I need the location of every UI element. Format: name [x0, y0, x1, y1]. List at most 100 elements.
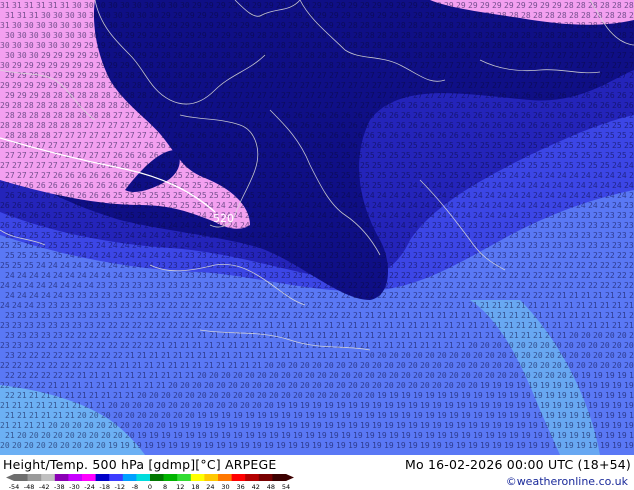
value-label: 25 [389, 151, 399, 160]
value-label: 23 [624, 241, 634, 250]
value-label: 25 [233, 171, 243, 180]
value-label: 28 [504, 41, 514, 50]
value-label: 22 [89, 331, 99, 340]
value-label: 29 [420, 1, 430, 10]
value-label: 30 [65, 31, 75, 40]
value-label: 22 [173, 331, 183, 340]
value-label: 25 [324, 161, 334, 170]
value-label: 19 [581, 371, 591, 380]
value-label: 27 [288, 101, 298, 110]
value-label: 23 [77, 291, 87, 300]
value-label: 29 [372, 1, 382, 10]
value-label: 27 [456, 61, 466, 70]
value-label: 26 [264, 141, 274, 150]
value-label: 30 [29, 31, 39, 40]
value-label: 22 [564, 281, 574, 290]
value-label: 19 [329, 411, 339, 420]
value-label: 25 [497, 131, 507, 140]
value-label: 25 [540, 161, 550, 170]
value-label: 24 [612, 181, 622, 190]
value-label: 30 [5, 31, 15, 40]
value-label: 19 [264, 441, 274, 450]
credit-link[interactable]: ©weatheronline.co.uk [506, 475, 628, 488]
value-label: 20 [413, 371, 423, 380]
value-label: 29 [300, 21, 310, 30]
value-label: 21 [629, 311, 634, 320]
value-label: 25 [468, 141, 478, 150]
value-label: 24 [216, 201, 226, 210]
value-label: 27 [168, 121, 178, 130]
value-label: 19 [348, 441, 358, 450]
value-label: 25 [528, 161, 538, 170]
value-label: 28 [612, 1, 622, 10]
value-label: 22 [0, 381, 10, 390]
value-label: 25 [533, 131, 543, 140]
value-label: 25 [576, 141, 586, 150]
value-label: 28 [329, 31, 339, 40]
value-label: 24 [492, 181, 502, 190]
value-label: 22 [492, 281, 502, 290]
value-label: 22 [480, 281, 490, 290]
value-label: 28 [36, 101, 46, 110]
value-label: 28 [552, 21, 562, 30]
value-label: 28 [492, 41, 502, 50]
value-label: 19 [300, 401, 310, 410]
value-label: 19 [444, 441, 454, 450]
value-label: 30 [156, 1, 166, 10]
value-label: 20 [552, 341, 562, 350]
value-label: 26 [408, 101, 418, 110]
value-label: 23 [149, 271, 159, 280]
value-label: 26 [113, 171, 123, 180]
value-label: 26 [281, 111, 291, 120]
value-label: 27 [269, 91, 279, 100]
value-label: 20 [197, 371, 207, 380]
value-label: 21 [156, 341, 166, 350]
value-label: 26 [360, 121, 370, 130]
value-label: 28 [348, 61, 358, 70]
value-label: 25 [293, 171, 303, 180]
value-label: 19 [197, 411, 207, 420]
value-label: 25 [564, 161, 574, 170]
value-label: 22 [41, 351, 51, 360]
value-label: 26 [509, 91, 519, 100]
value-label: 24 [204, 201, 214, 210]
value-label: 24 [137, 251, 147, 260]
colorbar-swatch [41, 474, 56, 481]
value-label: 21 [161, 351, 171, 360]
value-label: 21 [281, 351, 291, 360]
value-label: 21 [629, 291, 634, 300]
value-label: 29 [84, 41, 94, 50]
value-label: 20 [504, 341, 514, 350]
value-label: 24 [185, 211, 195, 220]
value-label: 23 [233, 251, 243, 260]
value-label: 27 [77, 131, 87, 140]
value-label: 25 [149, 191, 159, 200]
value-label: 21 [425, 331, 435, 340]
value-label: 26 [204, 141, 214, 150]
value-label: 21 [77, 371, 87, 380]
value-label: 21 [312, 321, 322, 330]
value-label: 23 [401, 251, 411, 260]
value-label: 26 [588, 121, 598, 130]
value-label: 25 [401, 151, 411, 160]
value-label: 19 [564, 381, 574, 390]
value-label: 20 [281, 371, 291, 380]
value-label: 19 [389, 391, 399, 400]
value-label: 21 [329, 351, 339, 360]
value-label: 19 [492, 401, 502, 410]
value-label: 23 [473, 251, 483, 260]
value-label: 22 [48, 361, 58, 370]
value-label: 30 [36, 21, 46, 30]
value-label: 29 [276, 21, 286, 30]
value-label: 19 [305, 411, 315, 420]
value-label: 24 [564, 201, 574, 210]
value-label: 26 [29, 191, 39, 200]
value-label: 21 [569, 291, 579, 300]
value-label: 19 [336, 421, 346, 430]
value-label: 27 [372, 61, 382, 70]
value-label: 24 [372, 201, 382, 210]
value-label: 23 [624, 221, 634, 230]
value-label: 22 [353, 271, 363, 280]
value-label: 21 [120, 361, 130, 370]
value-label: 19 [425, 411, 435, 420]
